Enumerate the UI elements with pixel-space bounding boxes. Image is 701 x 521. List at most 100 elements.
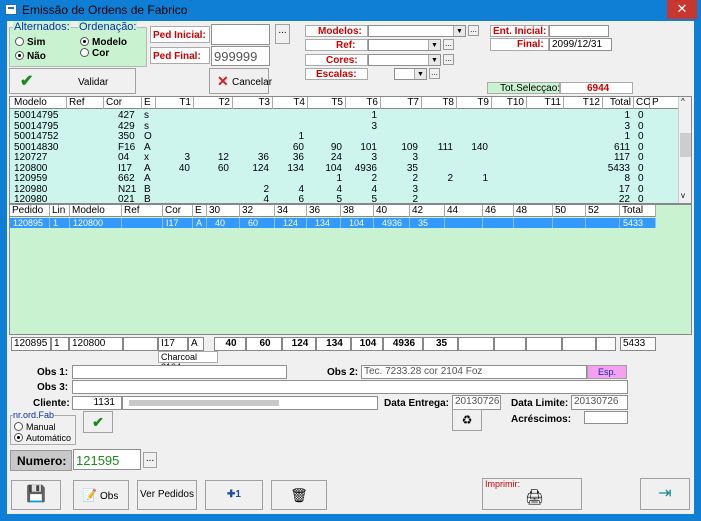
models-grid-cell: 2: [371, 173, 377, 184]
automatico-radio[interactable]: Automático: [14, 433, 71, 443]
escalas-combo[interactable]: ▼: [394, 68, 427, 80]
alternados-sim-radio[interactable]: Sim: [15, 37, 45, 48]
orders-grid-col-2[interactable]: Modelo: [70, 205, 122, 217]
obs3-input[interactable]: [72, 380, 628, 394]
models-grid-col-14[interactable]: T11: [527, 97, 564, 109]
orders-grid-col-13[interactable]: 44: [445, 205, 483, 217]
numero-lookup-button[interactable]: ...: [143, 452, 157, 468]
alternados-nao-radio[interactable]: Não: [15, 51, 46, 62]
models-grid-col-8[interactable]: T5: [308, 97, 346, 109]
scroll-thumb[interactable]: [680, 133, 691, 157]
models-grid-col-16[interactable]: Total: [603, 97, 634, 109]
orders-grid-cell: [553, 218, 586, 228]
ref-combo[interactable]: ▼: [368, 39, 441, 51]
summary-cell: 104: [351, 337, 383, 351]
numero-input[interactable]: 121595: [73, 449, 141, 470]
final-date-input[interactable]: 2099/12/31: [549, 38, 612, 51]
imprimir-button[interactable]: Imprimir: 🖨: [482, 478, 582, 510]
models-grid-col-1[interactable]: Ref: [67, 97, 104, 109]
models-grid-col-10[interactable]: T7: [381, 97, 422, 109]
add-order-button[interactable]: ✚1: [205, 480, 263, 510]
obs-button[interactable]: 📝 Obs: [73, 480, 129, 510]
orders-grid-col-18[interactable]: Total: [620, 205, 656, 217]
orders-grid-col-6[interactable]: 30: [207, 205, 240, 217]
cores-combo[interactable]: ▼: [368, 54, 441, 66]
cancelar-button[interactable]: ✕ Cancelar: [209, 68, 272, 94]
ent-inicial-input[interactable]: [549, 25, 609, 37]
orders-grid-col-5[interactable]: E: [193, 205, 207, 217]
orders-grid-col-15[interactable]: 48: [514, 205, 553, 217]
ordenacao-modelo-radio[interactable]: Modelo: [80, 37, 127, 48]
models-grid-scrollbar[interactable]: ^ v: [678, 97, 691, 203]
ver-pedidos-button[interactable]: Ver Pedidos: [137, 480, 197, 510]
recycle-button[interactable]: ♻: [452, 409, 482, 431]
models-grid-col-12[interactable]: T9: [457, 97, 492, 109]
models-grid-col-9[interactable]: T6: [346, 97, 381, 109]
ped-final-input[interactable]: 999999: [211, 46, 270, 66]
orders-grid-col-11[interactable]: 40: [374, 205, 410, 217]
models-grid-col-0[interactable]: Modelo: [12, 97, 67, 109]
models-grid-col-11[interactable]: T8: [422, 97, 457, 109]
models-grid-col-5[interactable]: T2: [194, 97, 233, 109]
orders-grid-col-4[interactable]: Cor: [163, 205, 193, 217]
models-grid-col-6[interactable]: T3: [233, 97, 273, 109]
models-grid-cell: 1: [624, 110, 630, 121]
models-grid-cell: 124: [252, 162, 269, 174]
orders-grid[interactable]: Pedido Lin Modelo Ref Cor E 30 32 34 36 38 40 42 44 46…: [9, 204, 692, 335]
orders-grid-col-0[interactable]: Pedido: [10, 205, 50, 217]
validar-button[interactable]: ✔ Validar: [9, 68, 136, 94]
models-grid-col-13[interactable]: T10: [492, 97, 527, 109]
scroll-down-icon[interactable]: v: [681, 191, 685, 200]
ped-inicial-lookup-button[interactable]: ...: [275, 24, 290, 44]
final-label-box: Final:: [490, 38, 549, 51]
manual-radio[interactable]: Manual: [14, 422, 56, 432]
scroll-up-icon[interactable]: ^: [681, 97, 685, 106]
orders-grid-col-17[interactable]: 52: [586, 205, 620, 217]
orders-grid-col-3[interactable]: Ref: [122, 205, 163, 217]
close-button[interactable]: ✕: [667, 0, 697, 19]
models-grid-cell: I17: [118, 162, 132, 174]
orders-grid-col-10[interactable]: 38: [341, 205, 374, 217]
orders-grid-col-9[interactable]: 36: [307, 205, 341, 217]
cliente-code-input[interactable]: 1131: [72, 396, 122, 410]
models-grid-col-18[interactable]: P: [650, 97, 680, 109]
orders-grid-col-7[interactable]: 32: [240, 205, 275, 217]
modelos-combo[interactable]: ▼: [368, 25, 466, 37]
acrescimos-input[interactable]: [584, 411, 628, 424]
models-grid[interactable]: Modelo Ref Cor E T1 T2 T3 T4 T5 T6 T7 T8 T9 T10 T11 T12…: [9, 96, 692, 204]
models-grid-cell: 50014752: [14, 131, 59, 142]
orders-grid-col-12[interactable]: 42: [410, 205, 445, 217]
models-grid-cell: 36: [257, 152, 269, 163]
exit-button[interactable]: ⇥: [640, 478, 690, 510]
obs2-input[interactable]: Tec. 7233.28 cor 2104 Foz: [361, 365, 587, 379]
models-grid-col-3[interactable]: E: [142, 97, 156, 109]
models-grid-cell: 120727: [14, 152, 48, 163]
models-grid-cell: 120980: [14, 194, 48, 204]
ref-lookup-button[interactable]: ...: [443, 39, 454, 50]
models-grid-col-2[interactable]: Cor: [104, 97, 142, 109]
data-limite-input[interactable]: 20130726: [571, 395, 628, 410]
cores-lookup-button[interactable]: ...: [443, 54, 454, 65]
escalas-lookup-button[interactable]: ...: [429, 68, 440, 79]
save-button[interactable]: 💾: [11, 480, 61, 510]
models-grid-col-15[interactable]: T12: [564, 97, 603, 109]
ped-inicial-input[interactable]: [211, 24, 270, 45]
ordenacao-cor-radio[interactable]: Cor: [80, 48, 109, 59]
ent-inicial-label-box: Ent. Inicial:: [490, 25, 549, 37]
models-grid-col-7[interactable]: T4: [273, 97, 308, 109]
orders-grid-col-1[interactable]: Lin: [50, 205, 70, 217]
confirm-button[interactable]: ✔: [83, 411, 113, 433]
orders-grid-col-16[interactable]: 50: [553, 205, 586, 217]
orders-grid-col-8[interactable]: 34: [275, 205, 307, 217]
obs1-input[interactable]: [72, 365, 287, 379]
models-grid-col-4[interactable]: T1: [156, 97, 194, 109]
orders-grid-col-14[interactable]: 46: [483, 205, 514, 217]
modelos-lookup-button[interactable]: ...: [468, 25, 479, 36]
data-entrega-input[interactable]: 20130726: [452, 395, 501, 410]
title-bar[interactable]: Emissão de Ordens de Fabrico ✕: [0, 0, 701, 20]
models-grid-col-17[interactable]: CC: [634, 97, 650, 109]
delete-button[interactable]: 🗑: [271, 480, 327, 510]
orders-grid-row[interactable]: 120895 1 120800 I17 A 40 60 124 134 104 4936 35 5433: [10, 218, 656, 228]
models-grid-cell: 24: [330, 152, 342, 163]
esp-button[interactable]: Esp.: [587, 365, 627, 379]
